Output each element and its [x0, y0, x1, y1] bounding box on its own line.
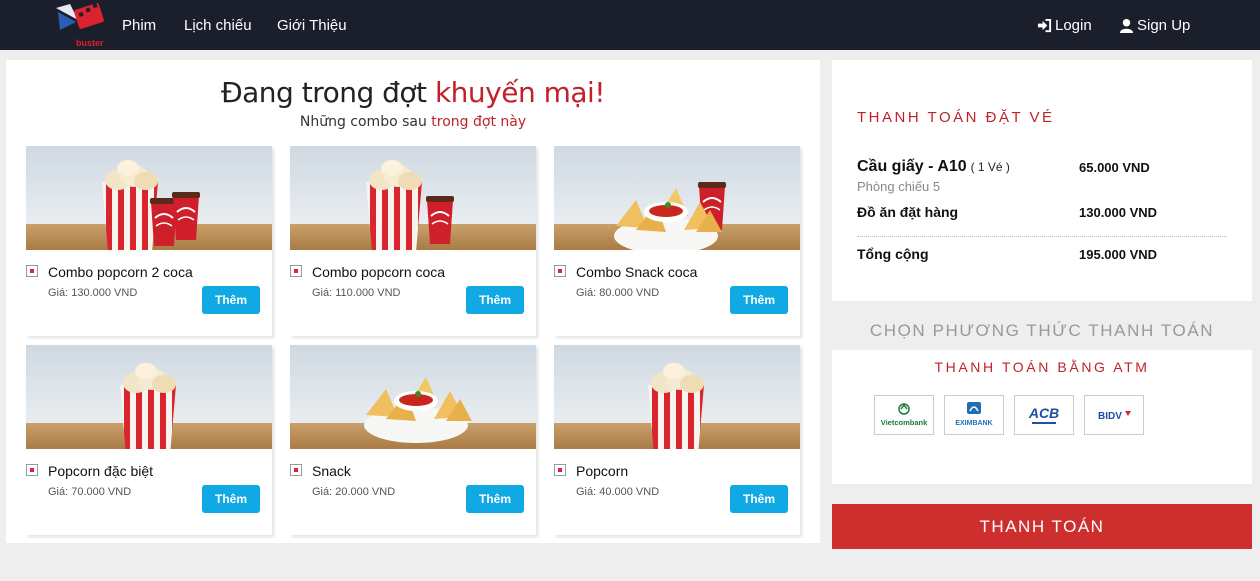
login-icon — [1037, 18, 1052, 33]
combo-name: Popcorn — [576, 463, 629, 479]
seat-price: 65.000 VND — [1079, 160, 1150, 175]
login-label: Login — [1055, 17, 1092, 34]
nav-link-lich-chieu[interactable]: Lịch chiếu — [184, 17, 252, 34]
atm-payment-box: THANH TOÁN BẰNG ATM Vietcombank EXIMBANK… — [832, 350, 1252, 484]
combo-price: Giá: 80.000 VND — [576, 287, 660, 299]
combo-price: Giá: 70.000 VND — [48, 486, 132, 498]
combo-price: Giá: 130.000 VND — [48, 287, 138, 299]
promo-subtitle-highlight: trong đợt này — [431, 114, 527, 130]
combo-image-popcorn-2-coca — [26, 146, 272, 250]
bank-option-vietcombank[interactable]: Vietcombank — [874, 395, 934, 435]
login-link[interactable]: Login — [1037, 17, 1092, 34]
combo-checkbox[interactable] — [554, 265, 566, 277]
bank-option-eximbank[interactable]: EXIMBANK — [944, 395, 1004, 435]
food-label: Đồ ăn đặt hàng — [857, 204, 959, 220]
eximbank-logo: EXIMBANK — [955, 402, 993, 427]
bidv-logo: BIDV — [1098, 411, 1131, 422]
site-logo[interactable]: buster — [50, 2, 106, 48]
seat-label: Cầu giấy - A10 — [857, 158, 967, 175]
combo-card: Snack Giá: 20.000 VND Thêm — [290, 345, 536, 535]
nav-link-gioi-thieu[interactable]: Giới Thiệu — [277, 17, 347, 34]
signup-label: Sign Up — [1137, 17, 1191, 34]
add-combo-button[interactable]: Thêm — [202, 485, 260, 513]
combo-image-popcorn-dac-biet — [26, 345, 272, 449]
promo-subtitle-text: Những combo sau — [299, 114, 432, 130]
room-label: Phòng chiếu 5 — [857, 179, 941, 194]
seat-count: ( 1 Vé ) — [970, 160, 1010, 174]
combo-checkbox[interactable] — [290, 464, 302, 476]
acb-logo: ACB — [1028, 405, 1059, 424]
combo-card: Popcorn đặc biệt Giá: 70.000 VND Thêm — [26, 345, 272, 535]
combo-image-popcorn-coca — [290, 146, 536, 250]
navbar: buster Phim Lịch chiếu Giới Thiệu Login … — [0, 0, 1260, 50]
logo-text: buster — [76, 38, 104, 48]
summary-title: THANH TOÁN ĐẶT VÉ — [857, 109, 1055, 126]
bank-option-acb[interactable]: ACB — [1014, 395, 1074, 435]
add-combo-button[interactable]: Thêm — [730, 485, 788, 513]
combo-name: Combo Snack coca — [576, 264, 698, 280]
vietcombank-logo: Vietcombank — [881, 403, 928, 427]
eximbank-label: EXIMBANK — [955, 420, 992, 427]
payment-method-heading: CHỌN PHƯƠNG THỨC THANH TOÁN — [869, 321, 1215, 340]
combo-price: Giá: 40.000 VND — [576, 486, 660, 498]
combo-price: Giá: 20.000 VND — [312, 486, 396, 498]
promo-panel: Đang trong đợt khuyến mại! Những combo s… — [6, 60, 820, 543]
seat-info: Cầu giấy - A10 ( 1 Vé ) — [857, 158, 1010, 176]
bank-option-bidv[interactable]: BIDV — [1084, 395, 1144, 435]
combo-name: Snack — [312, 463, 351, 479]
combo-image-snack — [290, 345, 536, 449]
order-summary: THANH TOÁN ĐẶT VÉ Cầu giấy - A10 ( 1 Vé … — [832, 60, 1252, 301]
promo-title-highlight: khuyến mại! — [434, 76, 606, 109]
summary-divider — [857, 236, 1227, 237]
total-label: Tổng cộng — [857, 246, 929, 262]
total-price: 195.000 VND — [1079, 247, 1158, 262]
combo-checkbox[interactable] — [26, 464, 38, 476]
combo-image-snack-coca — [554, 146, 800, 250]
nav-link-phim[interactable]: Phim — [122, 17, 156, 34]
add-combo-button[interactable]: Thêm — [466, 286, 524, 314]
promo-title-text: Đang trong đợt — [220, 76, 435, 109]
combo-card: Combo Snack coca Giá: 80.000 VND Thêm — [554, 146, 800, 336]
combo-name: Combo popcorn coca — [312, 264, 446, 280]
combo-price: Giá: 110.000 VND — [312, 287, 401, 299]
combo-name: Combo popcorn 2 coca — [48, 264, 193, 280]
combo-card: Popcorn Giá: 40.000 VND Thêm — [554, 345, 800, 535]
atm-payment-title: THANH TOÁN BẰNG ATM — [934, 359, 1150, 375]
combo-name: Popcorn đặc biệt — [48, 463, 154, 479]
signup-link[interactable]: Sign Up — [1119, 17, 1190, 34]
combo-card: Combo popcorn coca Giá: 110.000 VND Thêm — [290, 146, 536, 336]
acb-label: ACB — [1028, 405, 1059, 421]
add-combo-button[interactable]: Thêm — [466, 485, 524, 513]
promo-subtitle: Những combo sau trong đợt này — [6, 114, 820, 130]
add-combo-button[interactable]: Thêm — [730, 286, 788, 314]
combo-checkbox[interactable] — [26, 265, 38, 277]
combo-checkbox[interactable] — [290, 265, 302, 277]
checkout-button[interactable]: THANH TOÁN — [832, 504, 1252, 549]
combo-checkbox[interactable] — [554, 464, 566, 476]
combo-image-popcorn — [554, 345, 800, 449]
add-combo-button[interactable]: Thêm — [202, 286, 260, 314]
promo-title: Đang trong đợt khuyến mại! — [6, 76, 820, 109]
food-price: 130.000 VND — [1079, 205, 1158, 220]
combo-card: Combo popcorn 2 coca Giá: 130.000 VND Th… — [26, 146, 272, 336]
bidv-label: BIDV — [1098, 411, 1122, 422]
vietcombank-label: Vietcombank — [881, 418, 928, 427]
user-icon — [1119, 18, 1134, 33]
